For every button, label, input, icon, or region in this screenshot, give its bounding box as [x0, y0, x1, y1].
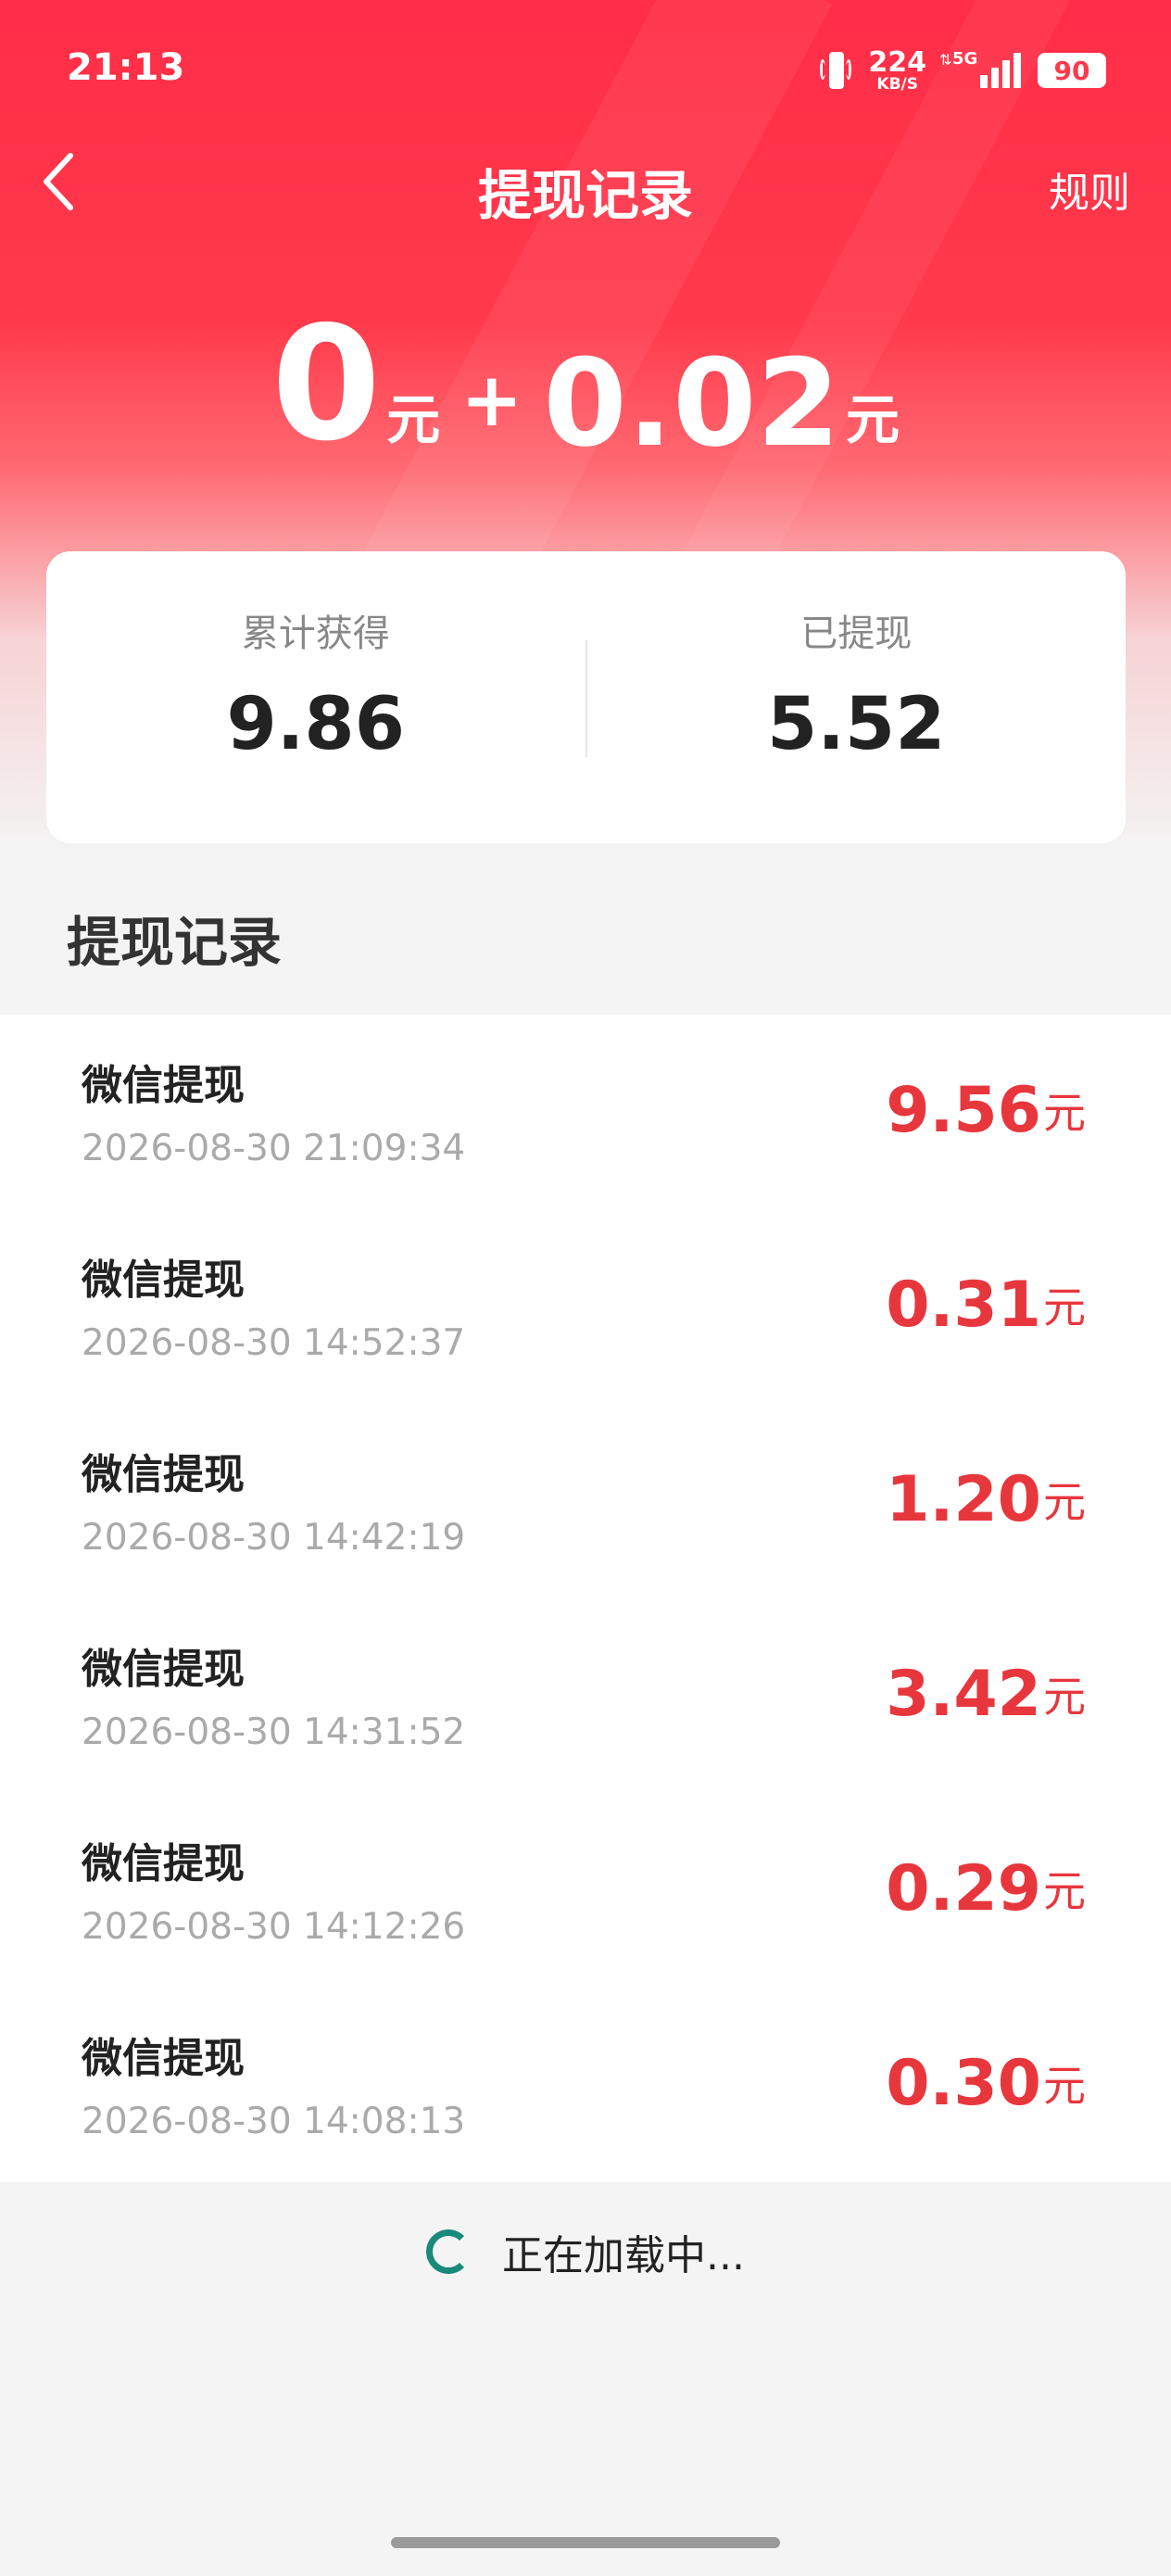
record-amount-value: 1.20 [886, 1463, 1041, 1536]
withdrawn-label: 已提现 [800, 612, 913, 655]
list-item[interactable]: 微信提现 2026-08-30 14:52:37 0.31 元 [0, 1209, 1171, 1404]
record-time: 2026-08-30 14:52:37 [82, 1322, 466, 1364]
network-speed-value: 224 [868, 45, 926, 79]
record-amount-unit: 元 [1043, 1672, 1086, 1722]
nav-bar: 提现记录 规则 [0, 130, 1171, 232]
vibrate-icon [820, 50, 852, 91]
status-icons: 224 KB/S ⇅ 5G 90 [820, 43, 1106, 98]
list-item[interactable]: 微信提现 2026-08-30 14:12:26 0.29 元 [0, 1793, 1171, 1988]
loading-text: 正在加载中... [502, 2232, 745, 2279]
earned-label: 累计获得 [241, 612, 390, 655]
record-amount-value: 0.30 [886, 2047, 1041, 2120]
record-amount: 1.20 元 [886, 1469, 1086, 1532]
signal-icon: ⇅ 5G [939, 49, 1021, 88]
list-item[interactable]: 微信提现 2026-08-30 14:08:13 0.30 元 [0, 1988, 1171, 2182]
balance-sub-amount: 0.02 [543, 333, 841, 474]
record-amount-value: 3.42 [886, 1658, 1041, 1731]
record-amount: 0.29 元 [886, 1858, 1086, 1921]
list-item[interactable]: 微信提现 2026-08-30 14:31:52 3.42 元 [0, 1598, 1171, 1793]
record-time: 2026-08-30 14:08:13 [82, 2101, 466, 2142]
record-time: 2026-08-30 14:42:19 [82, 1517, 466, 1559]
list-item[interactable]: 微信提现 2026-08-30 14:42:19 1.20 元 [0, 1404, 1171, 1598]
withdrawn-value: 5.52 [767, 683, 946, 766]
network-type: 5G [952, 49, 978, 69]
record-amount-value: 9.56 [886, 1074, 1041, 1147]
home-indicator[interactable] [391, 2537, 780, 2548]
balance-plus: + [460, 357, 523, 443]
record-title: 微信提现 [82, 1062, 245, 1109]
record-amount-unit: 元 [1043, 1282, 1086, 1332]
list-item[interactable]: 微信提现 2026-08-30 21:09:34 9.56 元 [0, 1015, 1171, 1209]
battery-icon: 90 [1038, 53, 1106, 88]
record-amount-unit: 元 [1043, 1088, 1086, 1138]
balance-display: 0 元 + 0.02 元 [0, 306, 1171, 463]
record-title: 微信提现 [82, 1646, 245, 1693]
record-amount: 3.42 元 [886, 1663, 1086, 1726]
network-speed: 224 KB/S [868, 45, 926, 94]
record-amount-unit: 元 [1043, 1477, 1086, 1527]
withdrawn-summary: 已提现 5.52 [587, 551, 1127, 843]
record-amount: 0.31 元 [886, 1274, 1086, 1337]
record-amount-value: 0.29 [886, 1852, 1041, 1926]
data-arrows-icon: ⇅ [939, 51, 952, 69]
rules-button[interactable]: 规则 [1049, 159, 1130, 219]
balance-main-amount: 0 [271, 293, 382, 476]
record-title: 微信提现 [82, 2035, 245, 2082]
record-time: 2026-08-30 14:12:26 [82, 1906, 466, 1948]
record-title: 微信提现 [82, 1256, 245, 1304]
summary-card: 累计获得 9.86 已提现 5.52 [46, 551, 1126, 843]
record-amount: 9.56 元 [886, 1080, 1086, 1143]
record-amount-value: 0.31 [886, 1269, 1041, 1342]
balance-main-unit: 元 [386, 388, 441, 451]
spinner-icon [426, 2229, 472, 2274]
network-speed-unit: KB/S [876, 74, 918, 94]
earned-value: 9.86 [226, 683, 405, 766]
status-bar: 21:13 224 KB/S ⇅ 5G 90 [0, 0, 1171, 139]
record-amount-unit: 元 [1043, 2061, 1086, 2111]
section-title: 提现记录 [67, 911, 283, 974]
record-title: 微信提现 [82, 1451, 245, 1498]
record-amount-unit: 元 [1043, 1866, 1086, 1916]
record-list: 微信提现 2026-08-30 21:09:34 9.56 元 微信提现 202… [0, 1015, 1171, 2182]
record-title: 微信提现 [82, 1840, 245, 1888]
record-time: 2026-08-30 14:31:52 [82, 1711, 466, 1753]
status-time: 21:13 [67, 46, 185, 89]
record-time: 2026-08-30 21:09:34 [82, 1128, 466, 1169]
record-amount: 0.30 元 [886, 2052, 1086, 2115]
loading-indicator: 正在加载中... [0, 2205, 1171, 2298]
earned-summary: 累计获得 9.86 [46, 551, 586, 843]
balance-sub-unit: 元 [846, 388, 900, 451]
page-title: 提现记录 [477, 164, 693, 227]
